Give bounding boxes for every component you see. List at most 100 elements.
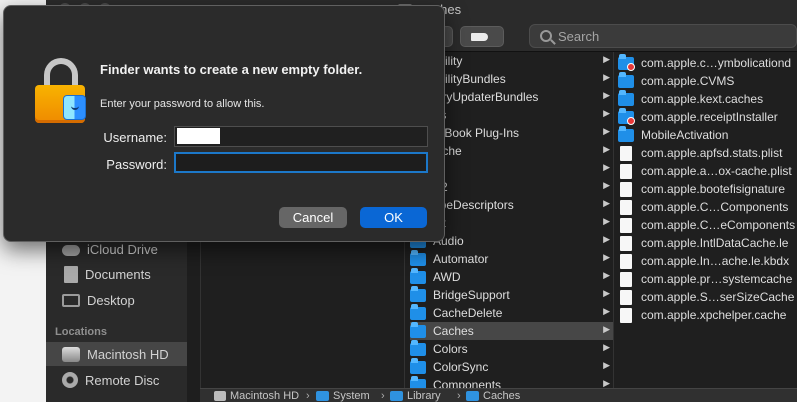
document-icon (620, 253, 632, 269)
finder-icon (63, 95, 86, 120)
username-label: Username: (103, 130, 167, 145)
document-icon (620, 289, 632, 305)
document-icon (620, 163, 632, 179)
folder-icon (618, 107, 635, 125)
chevron-right-icon: ▶ (603, 270, 610, 280)
ok-button[interactable]: OK (360, 207, 427, 228)
list-item[interactable]: com.apple.bootefisignature (618, 180, 797, 198)
folder-icon (618, 89, 634, 106)
list-item-selected[interactable]: Caches ▶ (410, 321, 613, 340)
list-item[interactable]: com.apple.C…Components (618, 198, 797, 216)
sidebar-item-desktop[interactable]: Desktop (46, 288, 187, 312)
list-item[interactable]: CacheDelete ▶ (410, 303, 613, 322)
chevron-right-icon: ▶ (603, 306, 610, 316)
sidebar-item-macintosh-hd[interactable]: Macintosh HD (46, 342, 187, 366)
list-item[interactable]: com.apple.pr…systemcache (618, 270, 797, 288)
folder-icon (466, 391, 479, 401)
chevron-right-icon: ▶ (603, 288, 610, 298)
chevron-right-icon: ▶ (603, 324, 610, 334)
chevron-right-icon: ▶ (603, 72, 610, 82)
dialog-message: Enter your password to allow this. (100, 98, 265, 110)
chevron-right-icon: › (457, 390, 461, 402)
document-icon (620, 271, 632, 287)
search-input[interactable] (558, 27, 778, 45)
list-item[interactable]: ColorSync ▶ (410, 357, 613, 376)
sidebar-item-documents[interactable]: Documents (46, 262, 187, 286)
authentication-dialog: Finder wants to create a new empty folde… (3, 5, 445, 242)
disc-icon (62, 372, 78, 388)
chevron-right-icon: ▶ (603, 144, 610, 154)
document-icon (620, 181, 632, 197)
lock-icon (35, 58, 90, 123)
screen: Caches iCloud Drive Documents (0, 0, 797, 402)
sidebar-item-remote-disc[interactable]: Remote Disc (46, 368, 187, 392)
chevron-right-icon: ▶ (603, 342, 610, 352)
list-item[interactable]: com.apple.c…ymbolicationd (618, 53, 797, 72)
path-library[interactable]: Library (390, 390, 441, 402)
password-field[interactable] (174, 152, 428, 173)
list-item[interactable]: com.apple.kext.caches (618, 89, 797, 108)
list-item[interactable]: Components ▶ (410, 375, 613, 388)
tag-button[interactable] (460, 26, 504, 47)
list-item[interactable]: com.apple.CVMS (618, 71, 797, 90)
search-icon (540, 30, 552, 42)
list-item[interactable]: com.apple.IntlDataCache.le (618, 234, 797, 252)
list-item[interactable]: com.apple.S…serSizeCache (618, 288, 797, 306)
folder-icon (618, 125, 634, 142)
path-system[interactable]: System (316, 390, 370, 402)
chevron-right-icon: ▶ (603, 180, 610, 190)
folder-icon (410, 303, 426, 320)
document-icon (620, 307, 632, 323)
list-item[interactable]: com.apple.receiptInstaller (618, 107, 797, 126)
list-item[interactable]: com.apple.C…eComponents (618, 216, 797, 234)
restricted-badge-icon (627, 62, 635, 71)
list-item[interactable]: AWD ▶ (410, 267, 613, 286)
list-item[interactable]: MobileActivation (618, 125, 797, 144)
chevron-right-icon: ▶ (603, 252, 610, 262)
list-item[interactable]: com.apple.In…ache.le.kbdx (618, 252, 797, 270)
folder-icon (316, 391, 329, 401)
list-item[interactable]: com.apple.a…ox-cache.plist (618, 162, 797, 180)
chevron-right-icon: ▶ (603, 378, 610, 388)
caches-column: com.apple.c…ymbolicationd com.apple.CVMS… (613, 52, 797, 388)
chevron-right-icon: ▶ (603, 198, 610, 208)
chevron-right-icon: ▶ (603, 234, 610, 244)
chevron-right-icon: ▶ (603, 360, 610, 370)
tag-icon (471, 33, 488, 41)
hard-disk-icon (214, 391, 226, 401)
password-label: Password: (106, 157, 167, 172)
list-item[interactable]: Automator ▶ (410, 249, 613, 268)
folder-icon (410, 249, 426, 266)
chevron-right-icon: ▶ (603, 162, 610, 172)
path-caches[interactable]: Caches (466, 390, 520, 402)
list-item[interactable]: com.apple.apfsd.stats.plist (618, 144, 797, 162)
document-icon (620, 199, 632, 215)
chevron-right-icon: ▶ (603, 108, 610, 118)
chevron-right-icon: ▶ (603, 126, 610, 136)
chevron-right-icon: ▶ (603, 54, 610, 64)
document-icon (620, 235, 632, 251)
chevron-right-icon: ▶ (603, 216, 610, 226)
list-item[interactable]: com.apple.xpchelper.cache (618, 306, 797, 324)
username-field[interactable] (174, 126, 428, 147)
search-field[interactable] (529, 24, 797, 48)
folder-icon (410, 375, 426, 388)
restricted-badge-icon (627, 116, 635, 125)
documents-icon (64, 265, 78, 283)
chevron-right-icon: › (381, 390, 385, 402)
folder-icon (390, 391, 403, 401)
folder-icon (410, 357, 426, 374)
cancel-button[interactable]: Cancel (279, 207, 347, 228)
folder-icon (618, 71, 634, 88)
path-bar: Macintosh HD › System › Library › Caches (200, 388, 797, 402)
folder-icon (410, 321, 426, 338)
path-macintosh-hd[interactable]: Macintosh HD (214, 390, 299, 402)
list-item[interactable]: Colors ▶ (410, 339, 613, 358)
list-item[interactable]: BridgeSupport ▶ (410, 285, 613, 304)
dialog-title: Finder wants to create a new empty folde… (100, 62, 363, 77)
desktop-icon (62, 293, 80, 307)
folder-icon (410, 267, 426, 284)
folder-icon (410, 339, 426, 356)
locations-header: Locations (55, 326, 107, 338)
cloud-icon (62, 244, 80, 256)
